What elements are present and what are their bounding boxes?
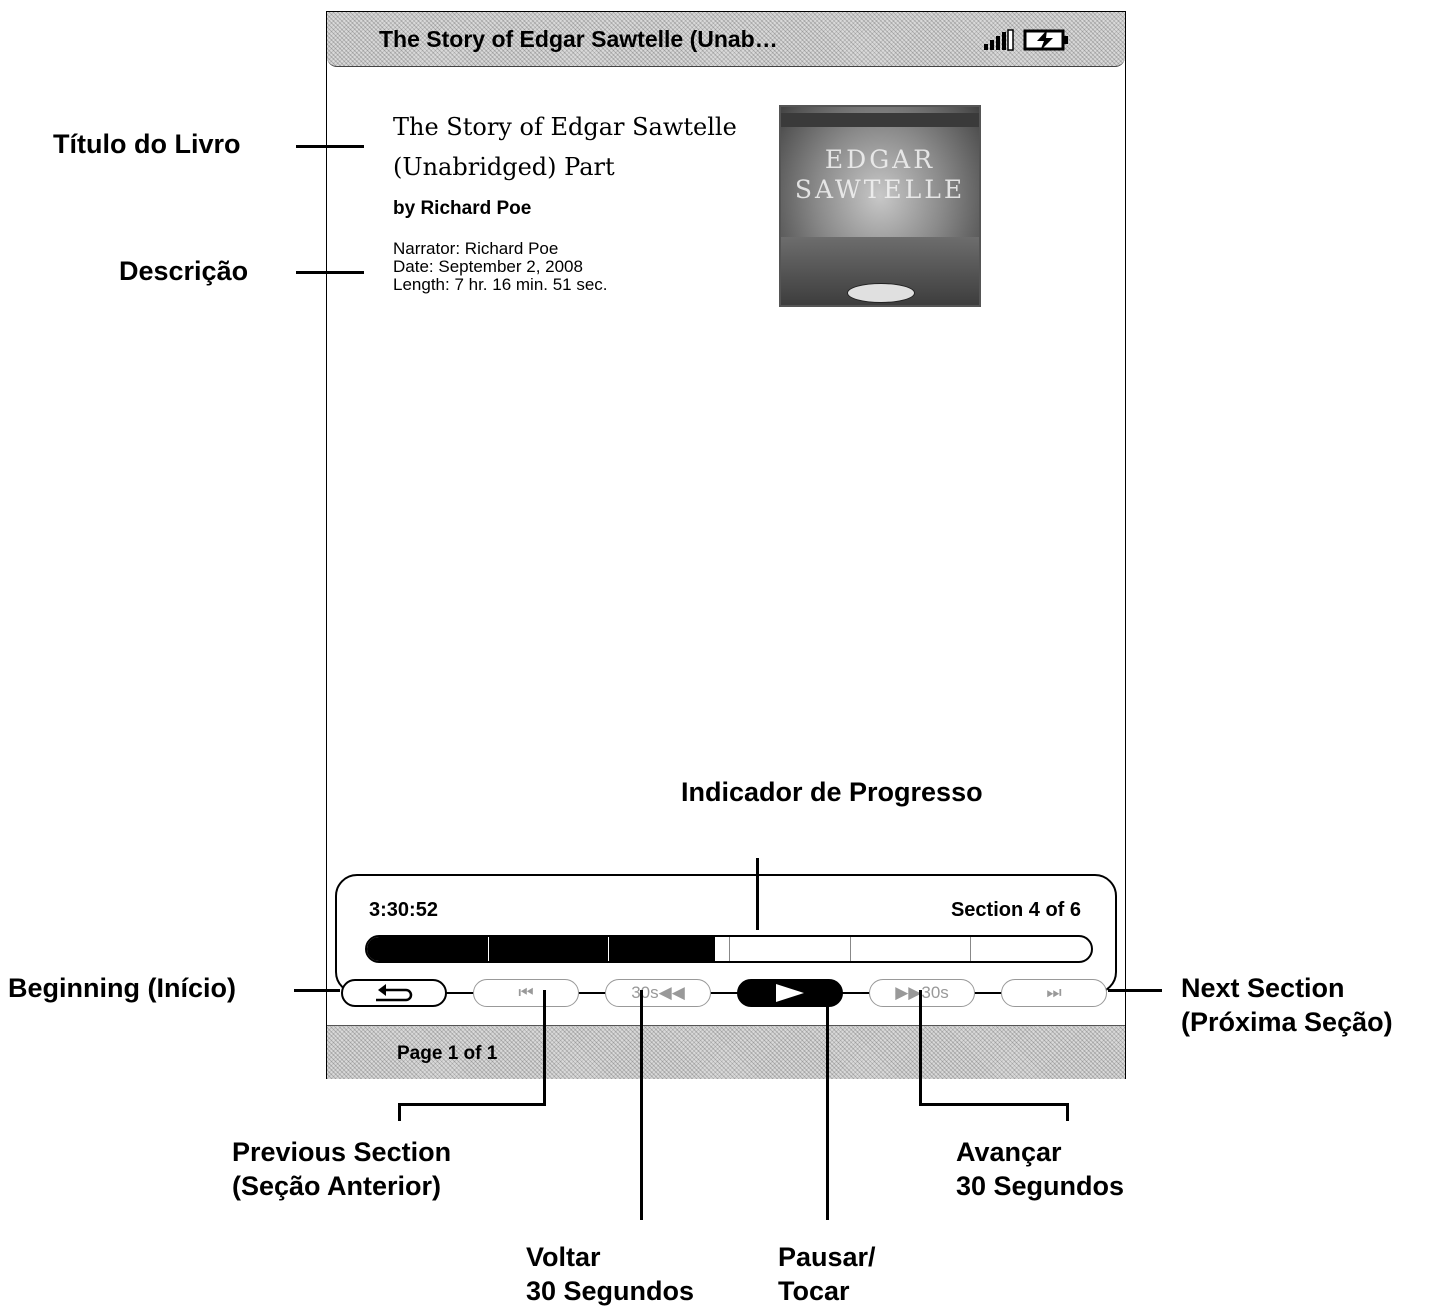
cover-badge xyxy=(847,283,915,303)
section-divider xyxy=(970,937,972,961)
callout-book-title: Título do Livro xyxy=(53,129,241,159)
leader-forward-30-v xyxy=(919,990,922,1106)
callout-next-section: Next Section (Próxima Seção) xyxy=(1181,971,1393,1039)
signal-strength-icon xyxy=(984,29,1014,51)
section-divider xyxy=(849,937,851,961)
leader-next-section xyxy=(1108,989,1162,992)
elapsed-time: 3:30:52 xyxy=(369,899,438,921)
length-text: Length: 7 hr. 16 min. 51 sec. xyxy=(393,275,608,294)
book-author: by Richard Poe xyxy=(393,198,532,219)
leader-forward-30-tick xyxy=(1066,1103,1069,1121)
kindle-screen: The Story of Edgar Sawtelle (Unab… The S… xyxy=(326,11,1126,1079)
leader-description xyxy=(296,271,364,274)
footer-bar: Page 1 of 1 xyxy=(327,1025,1125,1079)
leader-previous-section-h xyxy=(398,1103,546,1106)
section-divider xyxy=(487,937,489,961)
section-divider xyxy=(729,937,730,961)
progress-bar[interactable] xyxy=(365,935,1093,963)
callout-progress: Indicador de Progresso xyxy=(681,777,983,807)
leader-forward-30-h xyxy=(919,1103,1069,1106)
callout-play-pause-line2: Tocar xyxy=(778,1276,850,1306)
callout-next-section-line2: (Próxima Seção) xyxy=(1181,1007,1393,1037)
leader-previous-section-v xyxy=(543,990,546,1106)
leader-previous-section-tick xyxy=(398,1103,401,1121)
leader-play-pause xyxy=(826,990,829,1220)
callout-play-pause: Pausar/ Tocar xyxy=(778,1240,876,1308)
callout-back-30: Voltar 30 Segundos xyxy=(526,1240,694,1308)
callout-description: Descrição xyxy=(119,256,249,286)
callout-forward-30-line2: 30 Segundos xyxy=(956,1171,1125,1201)
battery-charging-icon xyxy=(1023,29,1068,51)
book-cover: EDGAR SAWTELLE xyxy=(779,105,981,307)
title-bar: The Story of Edgar Sawtelle (Unab… xyxy=(327,12,1125,67)
cover-title: EDGAR SAWTELLE xyxy=(794,145,966,204)
cover-header-strip xyxy=(781,113,979,127)
back-30s-button[interactable]: 30s◀◀ xyxy=(605,979,711,1007)
skip-back-icon: ⏮ xyxy=(518,983,534,1002)
forward-30s-button[interactable]: ▶▶30s xyxy=(869,979,975,1007)
next-section-button[interactable]: ⏭ xyxy=(1001,979,1107,1007)
page-indicator: Page 1 of 1 xyxy=(397,1043,498,1064)
callout-beginning: Beginning (Início) xyxy=(8,973,236,1003)
book-title: The Story of Edgar Sawtelle (Unabridged)… xyxy=(393,113,737,181)
leader-beginning xyxy=(294,989,340,992)
return-to-beginning-icon xyxy=(376,984,413,1002)
leader-progress xyxy=(756,858,759,930)
section-indicator: Section 4 of 6 xyxy=(950,899,1081,921)
fast-forward-30-icon: ▶▶30s xyxy=(895,983,949,1002)
skip-forward-icon: ⏭ xyxy=(1046,983,1062,1002)
callout-play-pause-line1: Pausar/ xyxy=(778,1242,876,1272)
callout-previous-section-line1: Previous Section xyxy=(232,1137,452,1167)
previous-section-button[interactable]: ⏮ xyxy=(473,979,579,1007)
date-text: Date: September 2, 2008 xyxy=(393,257,583,276)
callout-previous-section: Previous Section (Seção Anterior) xyxy=(232,1135,451,1203)
play-icon xyxy=(776,984,804,1002)
callout-back-30-line1: Voltar xyxy=(526,1242,601,1272)
callout-back-30-line2: 30 Segundos xyxy=(526,1276,695,1306)
beginning-button[interactable] xyxy=(341,979,447,1007)
leader-back-30 xyxy=(640,990,643,1220)
leader-book-title xyxy=(296,145,364,148)
section-divider xyxy=(608,937,610,961)
narrator-text: Narrator: Richard Poe xyxy=(393,239,559,258)
callout-previous-section-line2: (Seção Anterior) xyxy=(232,1171,442,1201)
callout-forward-30: Avançar 30 Segundos xyxy=(956,1135,1124,1203)
callout-forward-30-line1: Avançar xyxy=(956,1137,1062,1167)
progress-fill xyxy=(367,937,715,961)
title-bar-text: The Story of Edgar Sawtelle (Unab… xyxy=(379,26,778,52)
callout-next-section-line1: Next Section xyxy=(1181,973,1345,1003)
audio-player-panel: 3:30:52 Section 4 of 6 ⏮ 30s◀◀ ▶▶30s ⏭ xyxy=(335,874,1117,1007)
